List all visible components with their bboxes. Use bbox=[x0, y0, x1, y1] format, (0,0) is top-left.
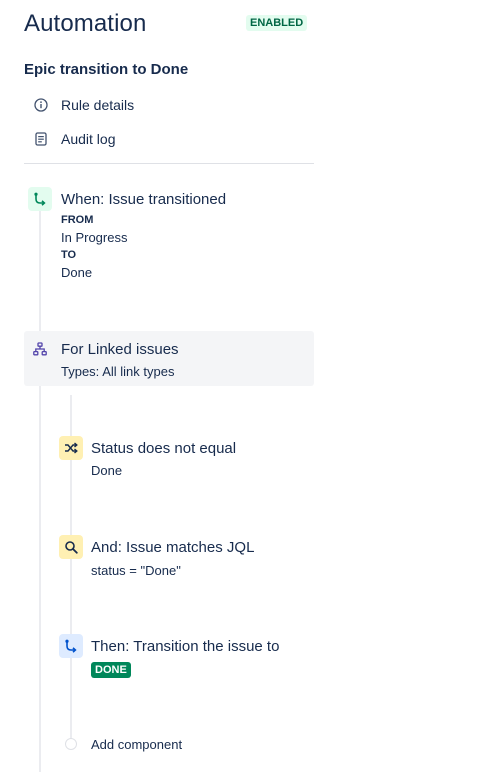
rule-name: Epic transition to Done bbox=[24, 61, 189, 78]
audit-log-link[interactable]: Audit log bbox=[31, 128, 115, 150]
jql-condition-icon[interactable] bbox=[59, 535, 83, 559]
hierarchy-icon bbox=[28, 337, 52, 361]
condition-jql-value: status = "Done" bbox=[91, 563, 181, 578]
trigger-from-label: FROM bbox=[61, 214, 94, 226]
condition-jql-title[interactable]: And: Issue matches JQL bbox=[91, 539, 254, 556]
audit-log-label: Audit log bbox=[61, 131, 116, 147]
page-title: Automation bbox=[24, 10, 147, 37]
branch-arrow-icon bbox=[65, 639, 77, 653]
shuffle-icon bbox=[65, 442, 78, 454]
document-icon bbox=[31, 129, 51, 149]
action-icon[interactable] bbox=[59, 634, 83, 658]
info-icon bbox=[31, 95, 51, 115]
trigger-title[interactable]: When: Issue transitioned bbox=[61, 191, 226, 208]
divider bbox=[24, 163, 314, 164]
branch-arrow-icon bbox=[34, 192, 46, 206]
trigger-from-value: In Progress bbox=[61, 230, 128, 245]
branch-title[interactable]: For Linked issues bbox=[61, 341, 179, 358]
action-title[interactable]: Then: Transition the issue to bbox=[91, 638, 279, 655]
status-badge: ENABLED bbox=[246, 15, 308, 31]
rule-details-link[interactable]: Rule details bbox=[31, 94, 134, 116]
add-component-button[interactable]: Add component bbox=[91, 737, 182, 752]
trigger-icon[interactable] bbox=[28, 187, 52, 211]
rule-connector-line bbox=[39, 208, 41, 772]
branch-subtitle: Types: All link types bbox=[61, 364, 175, 379]
done-status-lozenge: DONE bbox=[91, 662, 131, 678]
trigger-to-label: TO bbox=[61, 249, 77, 261]
rule-details-label: Rule details bbox=[61, 97, 135, 113]
condition-status-value: Done bbox=[91, 463, 123, 478]
condition-status-title[interactable]: Status does not equal bbox=[91, 440, 236, 457]
search-icon bbox=[65, 541, 78, 554]
condition-icon[interactable] bbox=[59, 436, 83, 460]
trigger-to-value: Done bbox=[61, 265, 93, 280]
add-component-dot bbox=[65, 738, 77, 750]
